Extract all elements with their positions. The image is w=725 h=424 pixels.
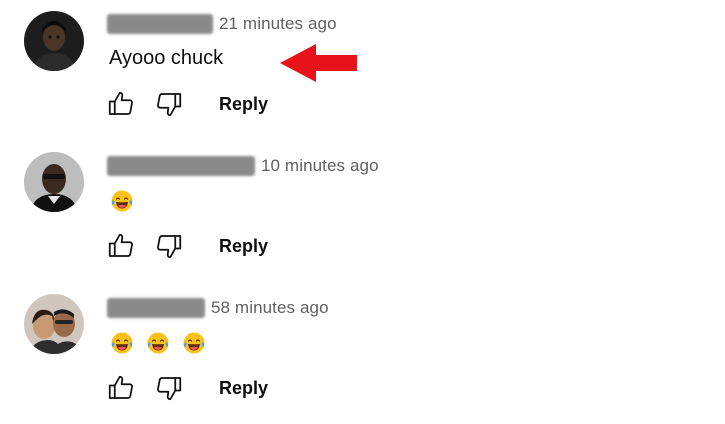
comment-text: Ayooo chuck (109, 47, 224, 69)
comment-actions: Reply (105, 230, 268, 262)
thumbs-up-icon (108, 375, 133, 399)
avatar[interactable] (24, 294, 84, 354)
avatar[interactable] (24, 11, 84, 71)
reply-button[interactable]: Reply (219, 378, 268, 399)
thumbs-down-icon (157, 235, 182, 259)
dislike-button[interactable] (153, 372, 185, 404)
comment-actions: Reply (105, 372, 268, 404)
thumbs-up-icon (108, 91, 133, 115)
comment-meta: 21 minutes ago (107, 12, 337, 36)
comment-emojis (110, 331, 206, 355)
dislike-button[interactable] (153, 88, 185, 120)
comment-item: 10 minutes ago Reply (0, 142, 725, 282)
face-with-tears-of-joy-icon (147, 332, 169, 354)
like-button[interactable] (105, 88, 137, 120)
redacted-username (107, 298, 205, 318)
comment-timestamp[interactable]: 58 minutes ago (211, 298, 329, 318)
comment-emojis (110, 189, 134, 213)
thumbs-up-icon (108, 233, 133, 257)
redacted-username (107, 14, 213, 34)
avatar[interactable] (24, 152, 84, 212)
comment-timestamp[interactable]: 10 minutes ago (261, 156, 379, 176)
face-with-tears-of-joy-icon (111, 332, 133, 354)
red-arrow-icon (280, 44, 357, 82)
comment-meta: 10 minutes ago (107, 154, 379, 178)
comment-item: 21 minutes ago Ayooo chuck Reply (0, 0, 725, 140)
face-with-tears-of-joy-icon (183, 332, 205, 354)
like-button[interactable] (105, 230, 137, 262)
reply-button[interactable]: Reply (219, 94, 268, 115)
like-button[interactable] (105, 372, 137, 404)
reply-button[interactable]: Reply (219, 236, 268, 257)
comment-actions: Reply (105, 88, 268, 120)
thumbs-down-icon (157, 93, 182, 117)
thumbs-down-icon (157, 377, 182, 401)
face-with-tears-of-joy-icon (111, 190, 133, 212)
comment-timestamp[interactable]: 21 minutes ago (219, 14, 337, 34)
comment-item: 58 minutes ago Reply (0, 284, 725, 424)
comment-meta: 58 minutes ago (107, 296, 329, 320)
dislike-button[interactable] (153, 230, 185, 262)
redacted-username (107, 156, 255, 176)
